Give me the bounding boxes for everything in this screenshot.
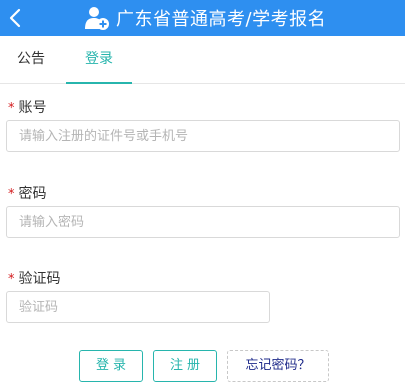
app-header: 广东省普通高考/学考报名 xyxy=(0,0,405,36)
tab-notice[interactable]: 公告 xyxy=(0,36,62,83)
password-label: 密码 xyxy=(18,186,47,202)
account-label: 账号 xyxy=(18,100,47,116)
required-mark: * xyxy=(8,101,15,116)
header-title-group: 广东省普通高考/学考报名 xyxy=(84,0,326,36)
forgot-password-button[interactable]: 忘记密码？ xyxy=(227,350,329,382)
captcha-label: 验证码 xyxy=(18,271,61,287)
captcha-label-row: * 验证码 xyxy=(8,268,61,288)
tab-bar: 公告 登录 xyxy=(0,36,405,84)
user-add-icon xyxy=(85,7,109,30)
tab-login[interactable]: 登录 xyxy=(66,36,132,84)
register-button[interactable]: 注册 xyxy=(153,350,217,382)
required-mark: * xyxy=(8,272,15,287)
required-mark: * xyxy=(8,187,15,202)
captcha-input[interactable] xyxy=(6,291,270,323)
account-input[interactable] xyxy=(6,120,400,152)
page-title: 广东省普通高考/学考报名 xyxy=(116,9,327,30)
password-label-row: * 密码 xyxy=(8,183,47,203)
account-label-row: * 账号 xyxy=(8,97,47,117)
password-input[interactable] xyxy=(6,206,400,238)
login-button[interactable]: 登录 xyxy=(79,350,143,382)
chevron-left-icon xyxy=(9,8,21,28)
back-button[interactable] xyxy=(4,6,26,30)
